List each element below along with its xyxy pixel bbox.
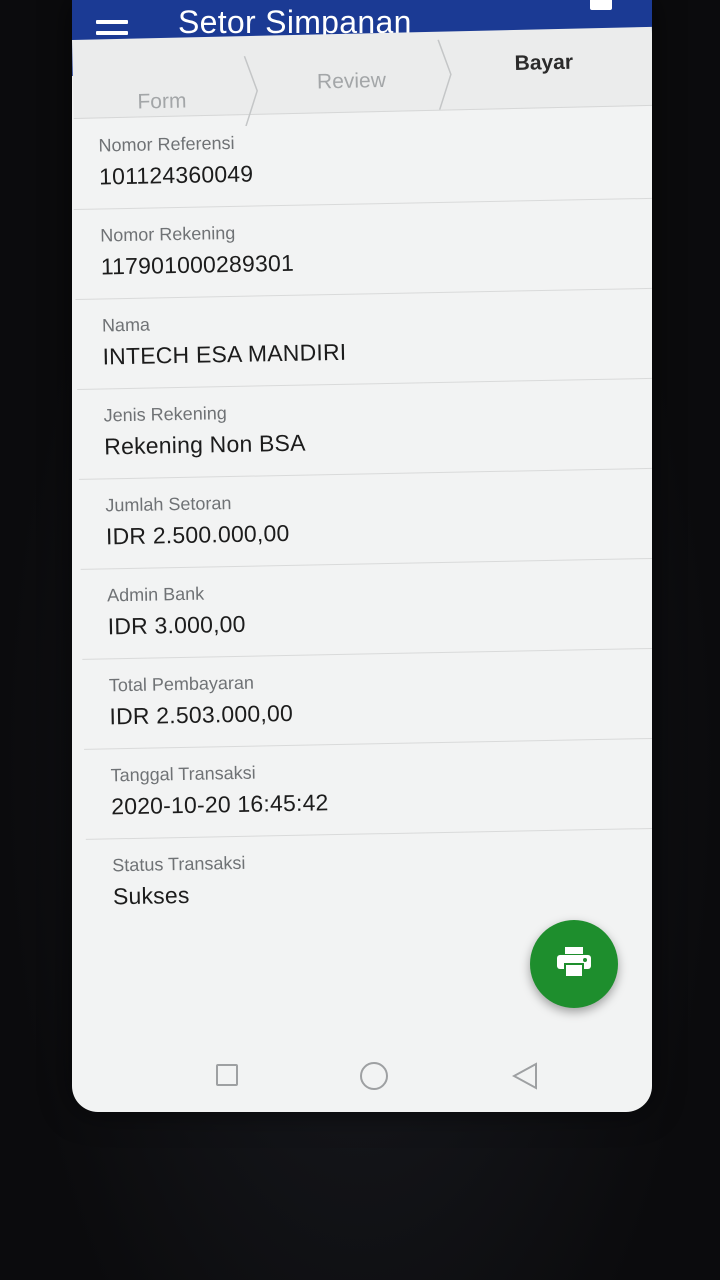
detail-label: Nomor Referensi bbox=[98, 132, 235, 156]
detail-label: Nomor Rekening bbox=[100, 222, 236, 246]
detail-value: Rekening Non BSA bbox=[104, 429, 306, 460]
detail-label: Status Transaksi bbox=[112, 852, 246, 876]
detail-row-total-payment: Total Pembayaran IDR 2.503.000,00 bbox=[82, 648, 652, 750]
step-review[interactable]: Review bbox=[317, 69, 386, 95]
detail-value: 117901000289301 bbox=[100, 249, 295, 280]
step-form[interactable]: Form bbox=[137, 89, 187, 114]
overflow-icon[interactable] bbox=[590, 0, 612, 10]
detail-value: IDR 2.503.000,00 bbox=[109, 699, 294, 730]
chevron-right-icon bbox=[436, 39, 452, 110]
detail-row-transaction-date: Tanggal Transaksi 2020-10-20 16:45:42 bbox=[84, 738, 652, 840]
back-icon[interactable] bbox=[511, 1062, 538, 1095]
print-icon bbox=[556, 946, 592, 983]
chevron-right-icon bbox=[242, 55, 258, 127]
detail-label: Nama bbox=[101, 314, 151, 336]
detail-row-deposit-amount: Jumlah Setoran IDR 2.500.000,00 bbox=[78, 468, 652, 570]
phone-screen: Setor Simpanan Form Review Bayar Nomor R… bbox=[72, 0, 652, 1112]
detail-value: 101124360049 bbox=[98, 160, 254, 190]
detail-value: IDR 2.500.000,00 bbox=[105, 519, 290, 550]
step-indicator: Form Review Bayar bbox=[72, 26, 652, 127]
detail-row-reference: Nomor Referensi 101124360049 bbox=[72, 108, 652, 210]
recent-apps-icon[interactable] bbox=[216, 1064, 238, 1086]
detail-label: Tanggal Transaksi bbox=[110, 762, 256, 786]
detail-label: Jenis Rekening bbox=[103, 403, 227, 426]
detail-label: Admin Bank bbox=[106, 583, 205, 606]
detail-row-transaction-status: Status Transaksi Sukses bbox=[86, 828, 652, 930]
detail-value: Sukses bbox=[112, 881, 190, 910]
detail-row-account-type: Jenis Rekening Rekening Non BSA bbox=[77, 378, 652, 480]
step-bayar[interactable]: Bayar bbox=[514, 51, 573, 76]
detail-value: INTECH ESA MANDIRI bbox=[102, 338, 347, 370]
detail-value: 2020-10-20 16:45:42 bbox=[110, 789, 329, 820]
detail-label: Jumlah Setoran bbox=[105, 493, 232, 516]
detail-row-account-number: Nomor Rekening 117901000289301 bbox=[73, 198, 652, 300]
detail-label: Total Pembayaran bbox=[108, 672, 255, 696]
detail-row-name: Nama INTECH ESA MANDIRI bbox=[75, 288, 652, 390]
transaction-details: Nomor Referensi 101124360049 Nomor Reken… bbox=[72, 108, 652, 929]
system-navigation-bar bbox=[72, 1046, 652, 1106]
home-icon[interactable] bbox=[360, 1062, 388, 1090]
print-button[interactable] bbox=[530, 920, 618, 1008]
detail-row-admin-fee: Admin Bank IDR 3.000,00 bbox=[80, 558, 652, 660]
detail-value: IDR 3.000,00 bbox=[107, 610, 246, 640]
